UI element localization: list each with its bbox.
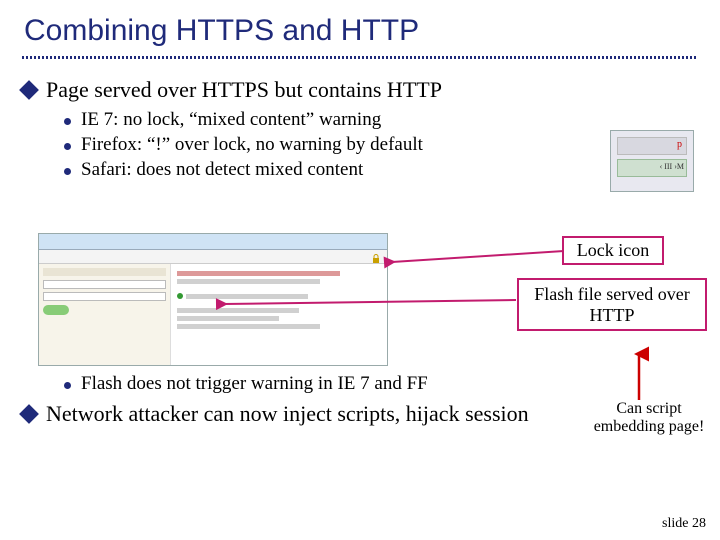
- callout-flash-http: Flash file served over HTTP: [517, 278, 707, 331]
- slide-title: Combining HTTPS and HTTP: [0, 0, 720, 56]
- dot-bullet-icon: [64, 382, 71, 389]
- sub-bullet-1: IE 7: no lock, “mixed content” warning: [64, 109, 698, 131]
- bullet-2-text: Network attacker can now inject scripts,…: [46, 401, 529, 427]
- slide-number: slide 28: [662, 516, 706, 532]
- arrow-to-flash: [220, 296, 520, 321]
- bullet-1: Page served over HTTPS but contains HTTP: [22, 77, 698, 103]
- bullet-1-text: Page served over HTTPS but contains HTTP: [46, 77, 442, 103]
- diamond-bullet-icon: [19, 404, 39, 424]
- lock-icon: [371, 251, 381, 261]
- firefox-status-thumb: p ‹ III ›M: [610, 130, 694, 192]
- thumb-a-p: p: [677, 139, 682, 150]
- dot-bullet-icon: [64, 168, 71, 175]
- sub-bullet-1-text: IE 7: no lock, “mixed content” warning: [81, 109, 381, 131]
- sub-bullet-3-text: Safari: does not detect mixed content: [81, 159, 363, 181]
- title-rule: [22, 56, 698, 59]
- arrow-to-lock: [388, 244, 568, 269]
- diamond-bullet-icon: [19, 80, 39, 100]
- callout-lock-icon: Lock icon: [562, 236, 664, 265]
- sub-bullet-3: Safari: does not detect mixed content: [64, 159, 698, 181]
- sub-bullet-2: Firefox: “!” over lock, no warning by de…: [64, 134, 698, 156]
- dot-bullet-icon: [64, 118, 71, 125]
- bullet-2: Network attacker can now inject scripts,…: [22, 401, 552, 427]
- thumb-a-m: ‹ III ›M: [660, 162, 684, 171]
- sub-bullet-2-text: Firefox: “!” over lock, no warning by de…: [81, 134, 423, 156]
- sub-bullet-4: Flash does not trigger warning in IE 7 a…: [64, 373, 698, 395]
- callout-can-script: Can script embedding page!: [585, 400, 713, 437]
- sub-bullet-4-text: Flash does not trigger warning in IE 7 a…: [81, 373, 428, 395]
- dot-bullet-icon: [64, 143, 71, 150]
